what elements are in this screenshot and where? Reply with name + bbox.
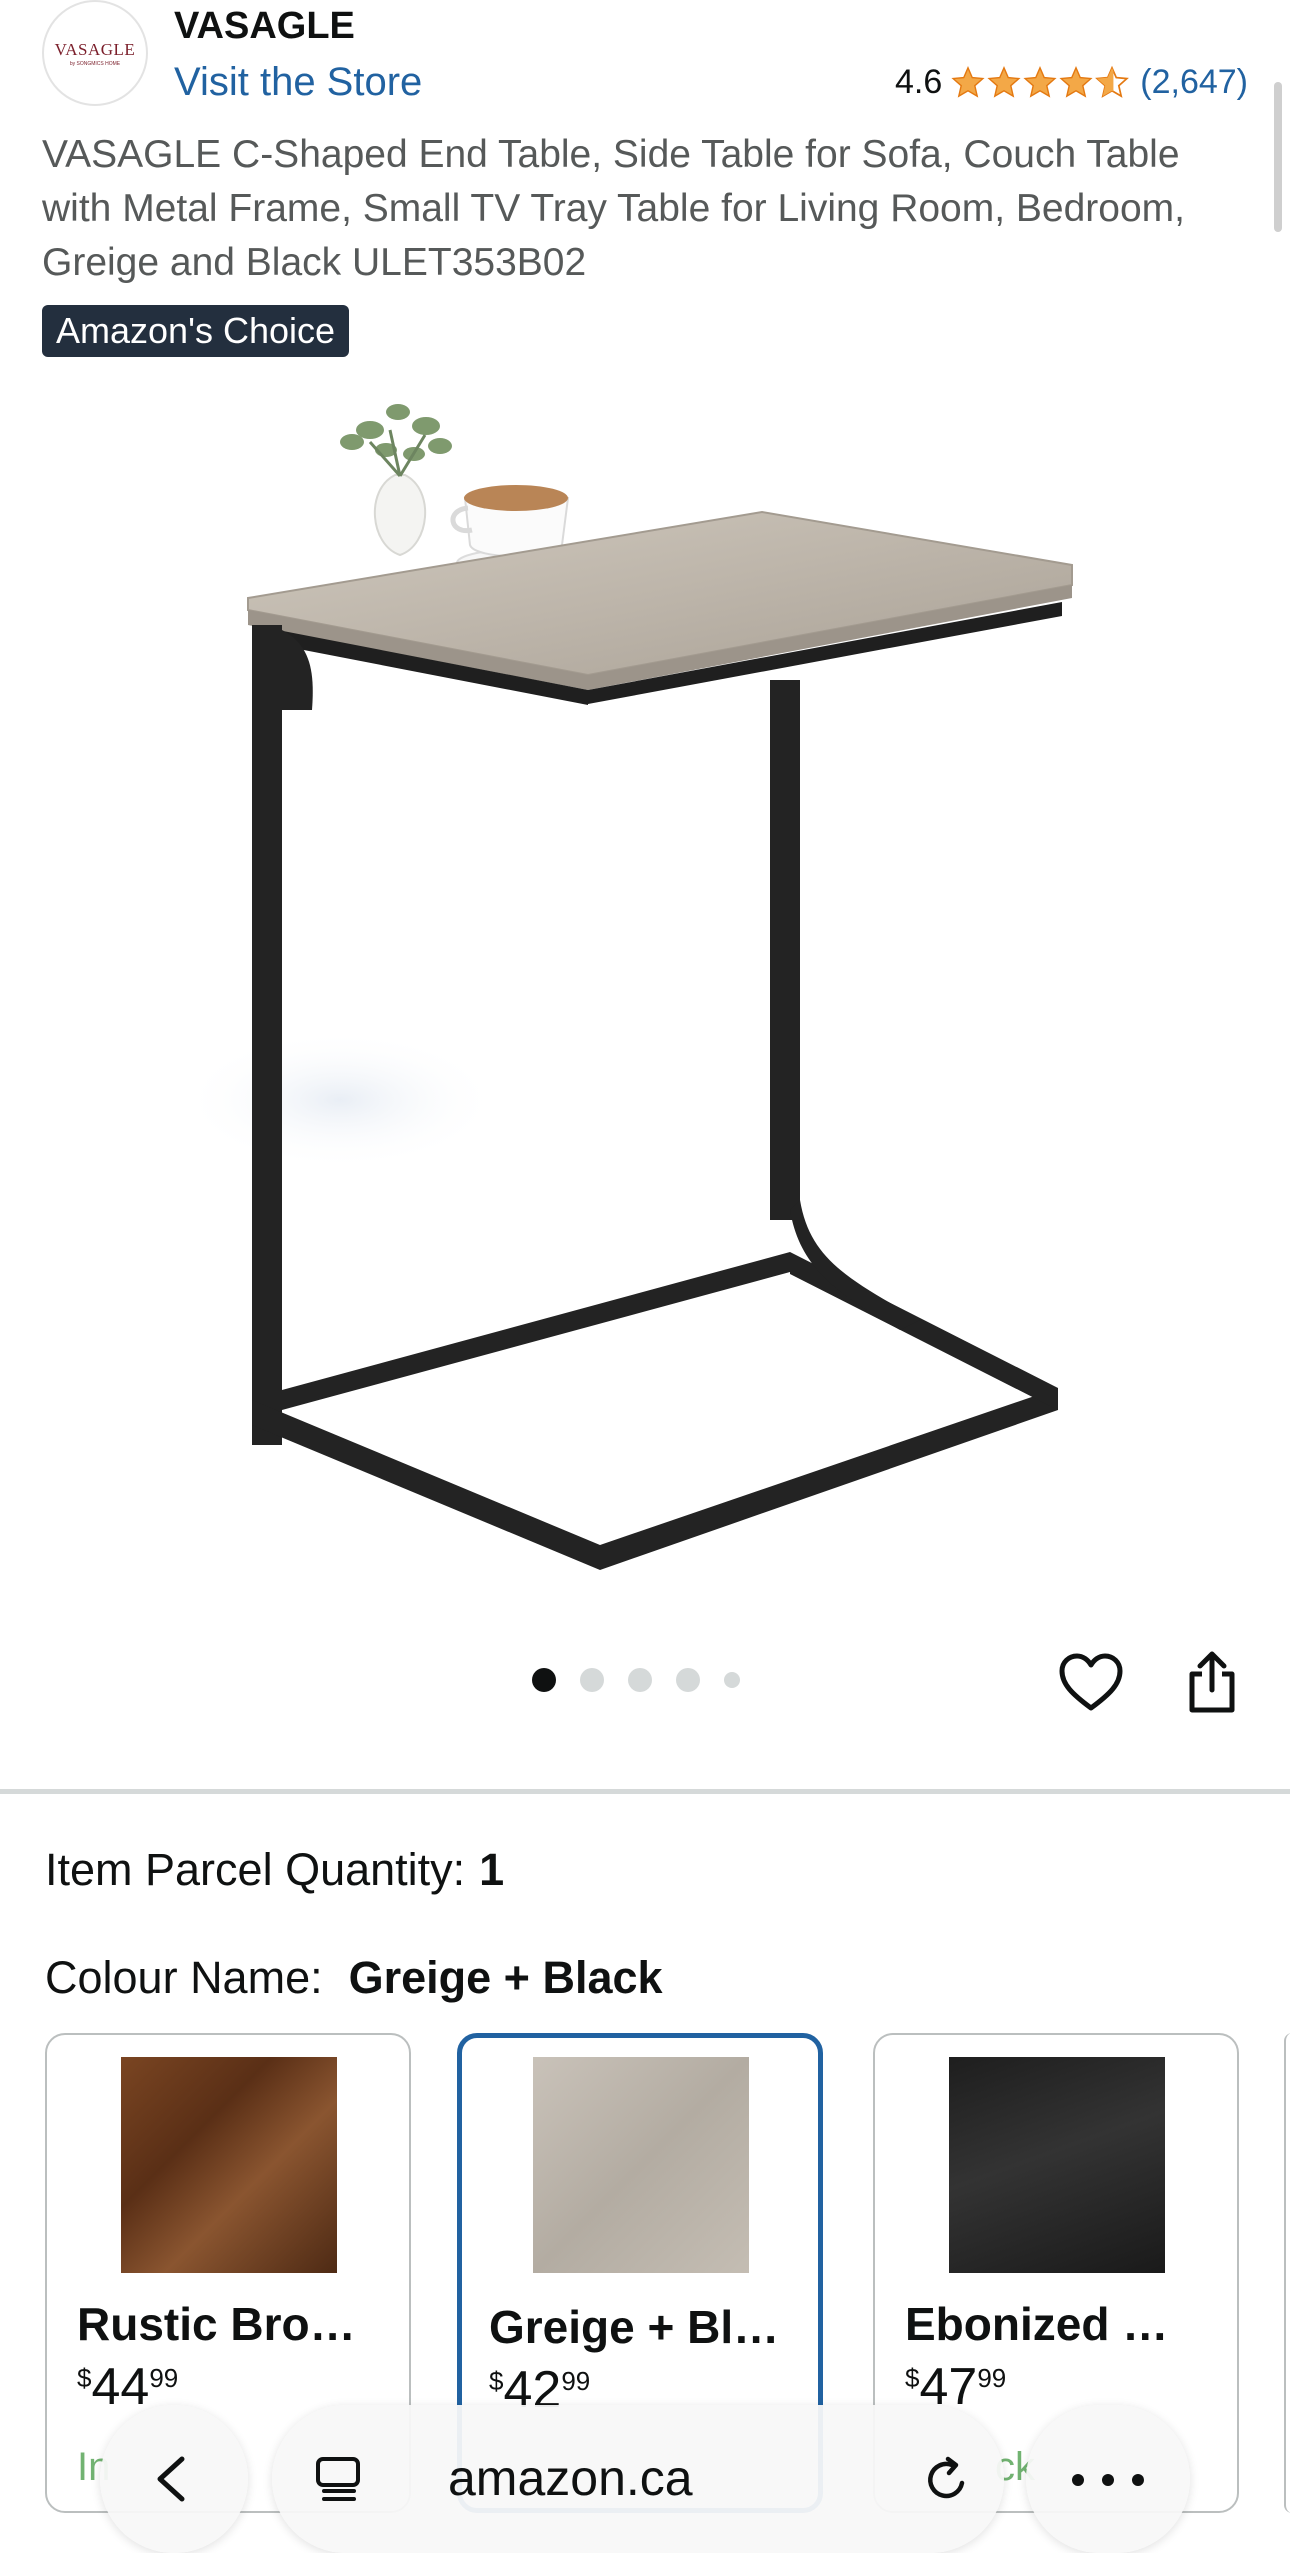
floor-shadow [200, 1030, 500, 1170]
brand-logo-text: VASAGLE [54, 39, 136, 59]
pager-dot[interactable] [676, 1668, 700, 1692]
colour-value: Greige + Black [348, 1952, 663, 2003]
price-symbol: $ [77, 2363, 92, 2393]
side-table-product-image[interactable] [200, 380, 1100, 1580]
star-icon [1023, 66, 1057, 98]
swatch-name: Rustic Bro… [77, 2298, 356, 2350]
pager-dot[interactable] [532, 1668, 556, 1692]
star-icon [1059, 66, 1093, 98]
address-bar[interactable]: amazon.ca [272, 2405, 1004, 2553]
half-star-icon [1095, 65, 1130, 98]
rating-summary[interactable]: 4.6 (2,647) [895, 60, 1248, 104]
more-button[interactable] [1026, 2405, 1190, 2553]
brand-name: VASAGLE [174, 5, 355, 47]
brand-logo-subtext: by SONGMICS HOME [69, 60, 121, 67]
page-scrollbar[interactable] [1274, 82, 1282, 232]
swatch-image [949, 2057, 1165, 2273]
amazons-choice-badge[interactable]: Amazon's Choice [42, 305, 349, 357]
image-pager[interactable] [532, 1668, 764, 1692]
brand-logo[interactable]: VASAGLE by SONGMICS HOME [42, 0, 148, 106]
colour-name: Colour Name: Greige + Black [45, 1950, 663, 2006]
section-divider [0, 1789, 1290, 1794]
tabs-icon[interactable] [314, 2455, 364, 2503]
quantity-value: 1 [479, 1844, 505, 1895]
swatch-name: Greige + Bl… [489, 2301, 780, 2353]
swatch-next-peek[interactable] [1284, 2033, 1290, 2513]
more-icon [1072, 2474, 1144, 2486]
chevron-left-icon [157, 2456, 185, 2502]
product-title: VASAGLE C-Shaped End Table, Side Table f… [42, 133, 1185, 284]
pager-dot[interactable] [724, 1672, 740, 1688]
plant-vase [340, 404, 452, 557]
rating-value: 4.6 [895, 62, 943, 101]
visit-store-link[interactable]: Visit the Store [174, 56, 422, 108]
star-icon [987, 66, 1021, 98]
heart-icon[interactable] [1058, 1652, 1124, 1714]
item-parcel-quantity: Item Parcel Quantity: 1 [45, 1842, 504, 1898]
rating-count-link[interactable]: (2,647) [1140, 63, 1248, 102]
reload-icon[interactable] [922, 2455, 972, 2505]
url-text: amazon.ca [448, 2450, 693, 2506]
pager-dot[interactable] [580, 1668, 604, 1692]
pager-dot[interactable] [628, 1668, 652, 1692]
star-rating [950, 65, 1130, 99]
price-fraction: 99 [149, 2363, 179, 2393]
price-symbol: $ [905, 2363, 920, 2393]
price-fraction: 99 [977, 2363, 1007, 2393]
swatch-name: Ebonized … [905, 2298, 1169, 2350]
star-icon [951, 66, 985, 98]
quantity-label: Item Parcel Quantity: [45, 1844, 466, 1895]
price-symbol: $ [489, 2366, 504, 2396]
back-button[interactable] [100, 2405, 248, 2553]
swatch-image [533, 2057, 749, 2273]
share-icon[interactable] [1180, 1650, 1244, 1714]
swatch-image [121, 2057, 337, 2273]
colour-label: Colour Name: [45, 1952, 323, 2003]
browser-toolbar: amazon.ca [100, 2405, 1190, 2553]
price-fraction: 99 [561, 2366, 591, 2396]
